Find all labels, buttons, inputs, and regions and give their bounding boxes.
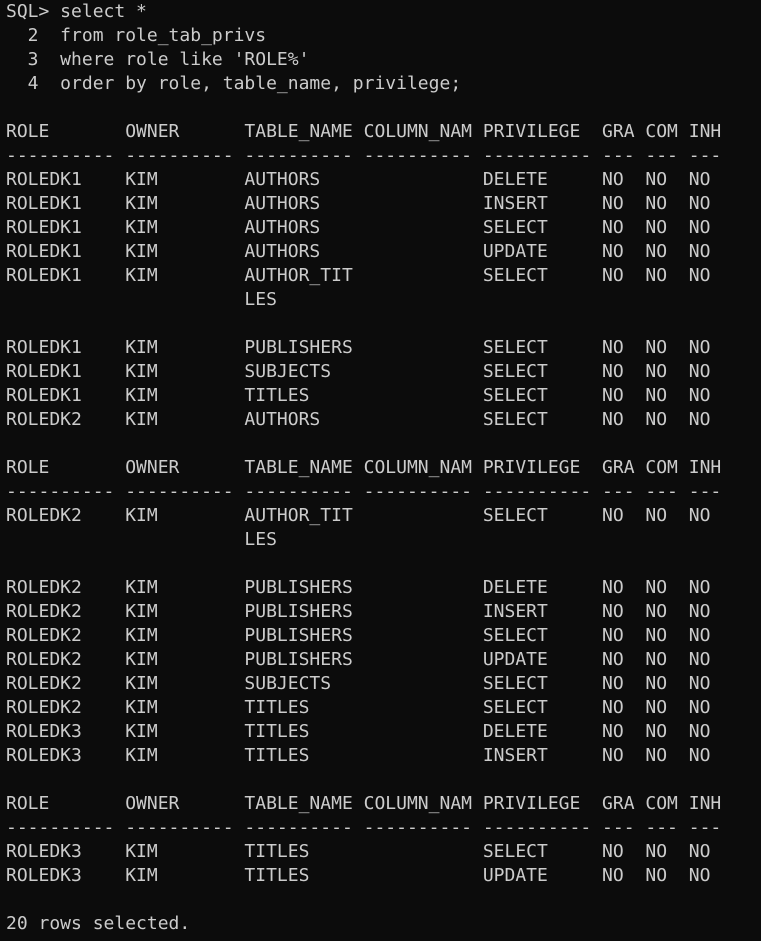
- terminal-line: ROLEDK3 KIM TITLES UPDATE NO NO NO: [6, 865, 711, 886]
- terminal-output: SQL> select * 2 from role_tab_privs 3 wh…: [6, 0, 721, 936]
- terminal-line: ROLEDK2 KIM PUBLISHERS SELECT NO NO NO: [6, 625, 711, 646]
- terminal-line: 4 order by role, table_name, privilege;: [6, 73, 462, 94]
- terminal-line: ROLEDK1 KIM AUTHORS UPDATE NO NO NO: [6, 241, 711, 262]
- terminal-line: ROLEDK1 KIM AUTHOR_TIT SELECT NO NO NO: [6, 265, 711, 286]
- terminal-line: ROLEDK2 KIM PUBLISHERS INSERT NO NO NO: [6, 601, 711, 622]
- terminal-line: LES: [6, 289, 277, 310]
- terminal-line: ROLEDK1 KIM PUBLISHERS SELECT NO NO NO: [6, 337, 711, 358]
- terminal-line: ROLE OWNER TABLE_NAME COLUMN_NAM PRIVILE…: [6, 793, 722, 814]
- terminal-line: ROLEDK2 KIM PUBLISHERS DELETE NO NO NO: [6, 577, 711, 598]
- terminal-line: ROLEDK2 KIM SUBJECTS SELECT NO NO NO: [6, 673, 711, 694]
- terminal-line: ROLE OWNER TABLE_NAME COLUMN_NAM PRIVILE…: [6, 457, 722, 478]
- terminal-line: ROLEDK1 KIM AUTHORS DELETE NO NO NO: [6, 169, 711, 190]
- terminal-line: SQL> select *: [6, 1, 147, 22]
- terminal-line: ROLEDK1 KIM AUTHORS SELECT NO NO NO: [6, 217, 711, 238]
- terminal-line: ---------- ---------- ---------- -------…: [6, 817, 722, 838]
- terminal-line: 2 from role_tab_privs: [6, 25, 267, 46]
- terminal-line: ROLEDK3 KIM TITLES INSERT NO NO NO: [6, 745, 711, 766]
- terminal-line: ROLEDK2 KIM PUBLISHERS UPDATE NO NO NO: [6, 649, 711, 670]
- terminal-line: ROLEDK2 KIM AUTHORS SELECT NO NO NO: [6, 409, 711, 430]
- terminal-line: ROLEDK3 KIM TITLES SELECT NO NO NO: [6, 841, 711, 862]
- terminal-line: ROLEDK3 KIM TITLES DELETE NO NO NO: [6, 721, 711, 742]
- terminal-line: ROLE OWNER TABLE_NAME COLUMN_NAM PRIVILE…: [6, 121, 722, 142]
- terminal-line: ---------- ---------- ---------- -------…: [6, 145, 722, 166]
- terminal-line: LES: [6, 529, 277, 550]
- terminal-line: 20 rows selected.: [6, 913, 191, 934]
- terminal-line: ROLEDK2 KIM AUTHOR_TIT SELECT NO NO NO: [6, 505, 711, 526]
- terminal-line: ROLEDK1 KIM AUTHORS INSERT NO NO NO: [6, 193, 711, 214]
- terminal-line: ---------- ---------- ---------- -------…: [6, 481, 722, 502]
- terminal-line: ROLEDK1 KIM SUBJECTS SELECT NO NO NO: [6, 361, 711, 382]
- terminal-line: 3 where role like 'ROLE%': [6, 49, 310, 70]
- terminal-line: ROLEDK1 KIM TITLES SELECT NO NO NO: [6, 385, 711, 406]
- terminal-line: ROLEDK2 KIM TITLES SELECT NO NO NO: [6, 697, 711, 718]
- terminal-window[interactable]: SQL> select * 2 from role_tab_privs 3 wh…: [0, 0, 761, 941]
